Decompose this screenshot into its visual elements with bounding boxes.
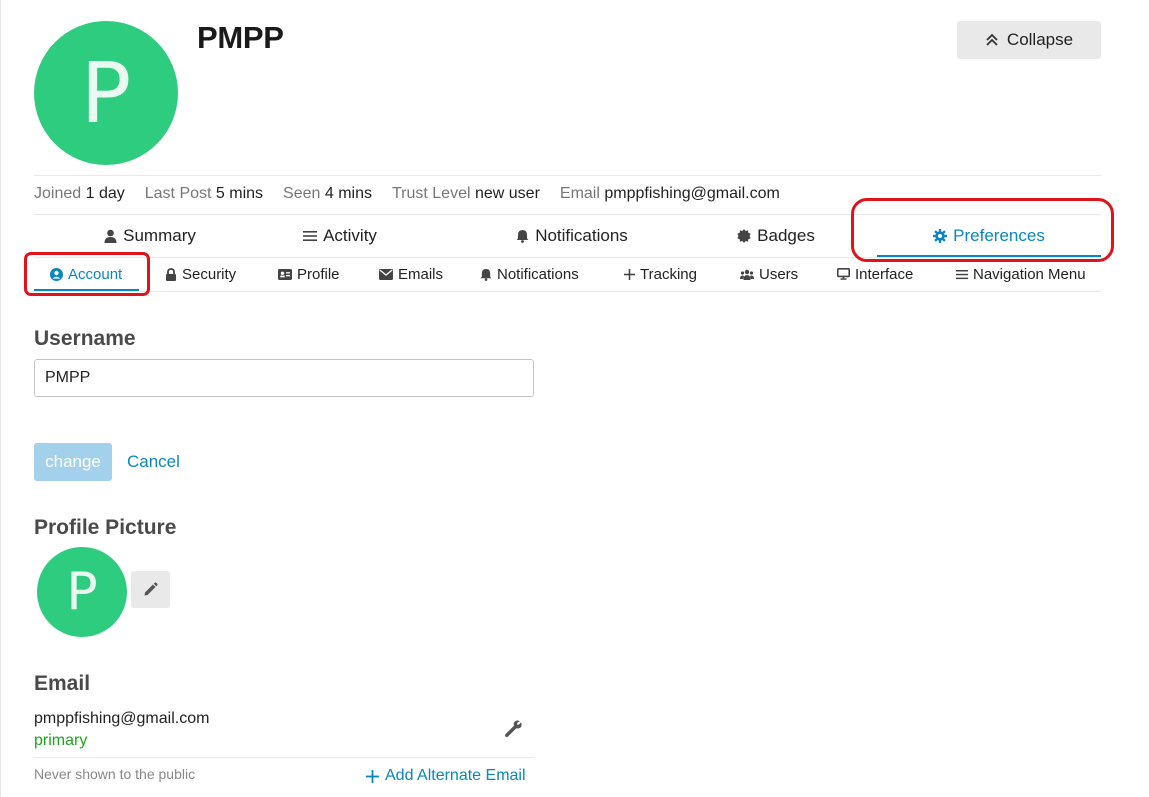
bars-icon xyxy=(956,269,968,279)
meta-joined: Joined 1 day xyxy=(34,185,125,203)
meta-trust-level: Trust Level new user xyxy=(392,185,540,203)
annotation-highlight-account xyxy=(24,252,150,296)
email-address: pmppfishing@gmail.com xyxy=(34,710,210,727)
meta-email-label: Email xyxy=(559,185,600,202)
subnav-security-label: Security xyxy=(182,265,237,283)
header-divider xyxy=(34,175,1101,176)
meta-last-post: Last Post 5 mins xyxy=(145,185,263,203)
email-divider xyxy=(34,757,534,758)
subnav-emails[interactable]: Emails xyxy=(379,257,443,291)
subnav-interface[interactable]: Interface xyxy=(837,257,913,291)
plus-icon xyxy=(624,268,635,280)
meta-seen-value: 4 mins xyxy=(324,185,372,202)
tab-notifications[interactable]: Notifications xyxy=(466,215,678,257)
list-icon xyxy=(303,231,318,241)
desktop-icon xyxy=(837,268,850,280)
tab-activity-label: Activity xyxy=(323,226,377,245)
meta-joined-label: Joined xyxy=(34,185,82,202)
email-heading: Email xyxy=(34,672,91,695)
add-alternate-email-link[interactable]: Add Alternate Email xyxy=(366,767,526,785)
tab-badges-label: Badges xyxy=(757,226,815,245)
email-privacy-note: Never shown to the public xyxy=(34,766,196,782)
page-left-border xyxy=(0,0,1,797)
wrench-icon xyxy=(504,720,522,738)
user-meta-row: Joined 1 day Last Post 5 mins Seen 4 min… xyxy=(34,185,780,203)
pencil-icon xyxy=(144,582,158,596)
meta-seen-label: Seen xyxy=(283,185,321,202)
profile-username-title: PMPP xyxy=(197,20,284,55)
change-username-button[interactable]: change xyxy=(34,443,112,481)
subnav-profile[interactable]: Profile xyxy=(278,257,340,291)
preferences-subnav: Account Security Profile Emails Notifica… xyxy=(34,257,1101,291)
subnav-tracking-label: Tracking xyxy=(640,265,697,283)
meta-email: Email pmppfishing@gmail.com xyxy=(560,185,780,203)
profile-picture-heading: Profile Picture xyxy=(34,516,177,539)
meta-seen: Seen 4 mins xyxy=(283,185,372,203)
subnav-notifications[interactable]: Notifications xyxy=(480,257,579,291)
tab-notifications-label: Notifications xyxy=(535,226,628,245)
meta-last-post-value: 5 mins xyxy=(215,185,264,202)
subnav-notifications-label: Notifications xyxy=(497,265,579,283)
user-avatar-large[interactable]: P xyxy=(34,21,178,165)
lock-icon xyxy=(166,267,176,281)
subnav-emails-label: Emails xyxy=(398,265,444,283)
collapse-button-label: Collapse xyxy=(1006,30,1074,49)
meta-email-value: pmppfishing@gmail.com xyxy=(604,185,780,202)
subnav-interface-label: Interface xyxy=(855,265,914,283)
chevrons-up-icon xyxy=(986,33,998,46)
add-alternate-email-label: Add Alternate Email xyxy=(385,767,526,784)
id-card-icon xyxy=(278,268,292,280)
meta-last-post-label: Last Post xyxy=(144,185,212,202)
subnav-navigation-menu-label: Navigation Menu xyxy=(973,265,1086,283)
email-options-button[interactable] xyxy=(503,719,525,741)
username-heading: Username xyxy=(34,327,136,350)
envelope-icon xyxy=(379,268,393,280)
subnav-security[interactable]: Security xyxy=(165,257,236,291)
subnav-divider xyxy=(34,291,1101,292)
tab-summary-label: Summary xyxy=(123,226,196,245)
plus-icon xyxy=(366,769,379,783)
meta-trust-value: new user xyxy=(474,185,540,202)
collapse-button[interactable]: Collapse xyxy=(957,21,1101,59)
edit-avatar-button[interactable] xyxy=(131,571,170,608)
subnav-profile-label: Profile xyxy=(297,265,340,283)
tab-summary[interactable]: Summary xyxy=(34,215,266,257)
certificate-icon xyxy=(737,229,751,243)
cancel-link[interactable]: Cancel xyxy=(127,452,180,472)
users-icon xyxy=(740,269,754,280)
subnav-users-label: Users xyxy=(759,265,799,283)
subnav-tracking[interactable]: Tracking xyxy=(624,257,697,291)
subnav-users[interactable]: Users xyxy=(740,257,798,291)
subnav-navigation-menu[interactable]: Navigation Menu xyxy=(956,257,1086,291)
annotation-highlight-preferences xyxy=(851,198,1114,262)
meta-trust-label: Trust Level xyxy=(391,185,471,202)
tab-activity[interactable]: Activity xyxy=(234,215,446,257)
user-icon xyxy=(104,229,117,243)
meta-joined-value: 1 day xyxy=(85,185,125,202)
email-primary-badge: primary xyxy=(34,732,88,749)
bell-icon xyxy=(516,230,529,243)
profile-picture-avatar: P xyxy=(37,547,127,637)
username-input[interactable] xyxy=(34,359,534,397)
bell-icon xyxy=(480,268,492,281)
